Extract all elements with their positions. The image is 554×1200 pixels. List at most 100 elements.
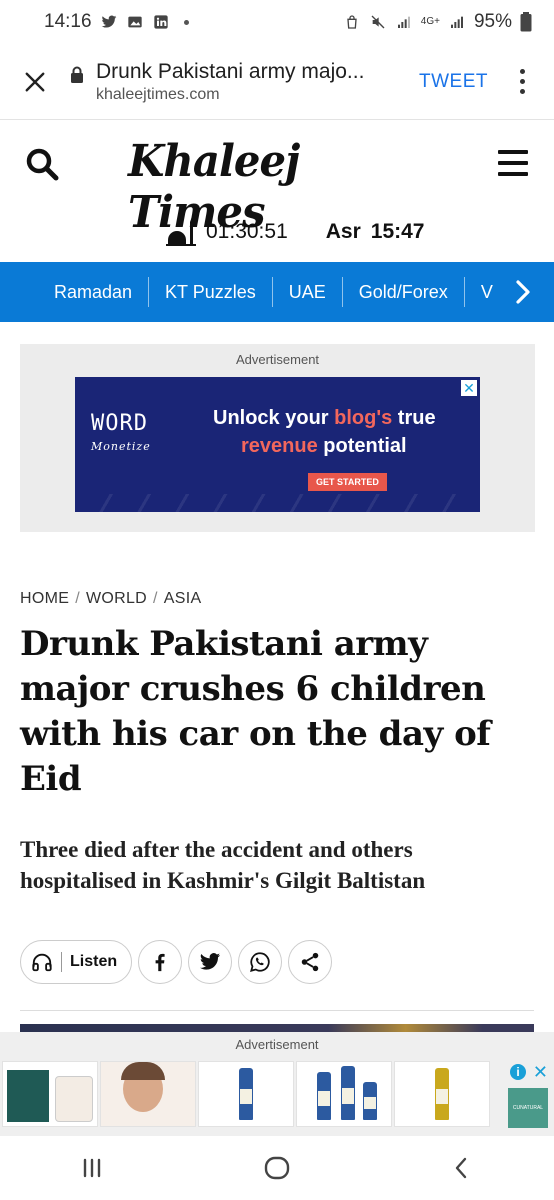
site-logo[interactable]: Khaleej Times bbox=[128, 136, 413, 238]
ad-brand-sub: Monetize bbox=[91, 440, 151, 453]
share-icon bbox=[301, 952, 319, 972]
facebook-icon bbox=[155, 953, 165, 972]
product-box bbox=[7, 1070, 49, 1122]
breadcrumb-separator: / bbox=[75, 590, 80, 607]
prayer-time: 15:47 bbox=[370, 220, 425, 243]
ad-brand: WORD bbox=[91, 411, 148, 436]
twitter-icon bbox=[200, 953, 221, 970]
page-title: Drunk Pakistani army majo... bbox=[96, 59, 365, 83]
nav-item-partial[interactable]: V bbox=[465, 277, 509, 307]
ad-label: Advertisement bbox=[235, 352, 320, 367]
search-icon[interactable] bbox=[24, 146, 60, 182]
lock-icon bbox=[71, 66, 83, 83]
prayer-name: Asr bbox=[325, 220, 361, 243]
ad-container: Advertisement WORD Monetize Unlock your … bbox=[20, 344, 535, 532]
menu-bar bbox=[498, 172, 528, 176]
breadcrumb-home[interactable]: HOME bbox=[20, 590, 69, 607]
network-type: 4G+ bbox=[420, 16, 440, 27]
more-dot bbox=[519, 69, 525, 74]
ad-product-3[interactable] bbox=[198, 1061, 294, 1127]
listen-divider bbox=[61, 952, 62, 972]
nav-item-ramadan[interactable]: Ramadan bbox=[38, 277, 150, 307]
back-icon[interactable] bbox=[448, 1154, 476, 1182]
page-url: khaleejtimes.com bbox=[96, 85, 220, 103]
product-bottle bbox=[341, 1066, 355, 1120]
ad-product-2[interactable] bbox=[100, 1061, 196, 1127]
linkedin-icon bbox=[153, 15, 168, 29]
ad-text: Unlock your bbox=[213, 407, 335, 429]
custom-tab-bar: Drunk Pakistani army majo... khaleejtime… bbox=[0, 44, 554, 120]
facebook-share-button[interactable] bbox=[138, 940, 183, 984]
ad-banner[interactable]: WORD Monetize Unlock your blog's true re… bbox=[75, 377, 480, 512]
article-subheadline: Three died after the accident and others… bbox=[20, 837, 426, 893]
more-menu-button[interactable] bbox=[512, 69, 532, 94]
model-hair bbox=[121, 1062, 165, 1080]
bottle-label bbox=[364, 1097, 376, 1109]
nav-item-kt-puzzles[interactable]: KT Puzzles bbox=[149, 277, 273, 307]
headphones-icon bbox=[32, 953, 52, 972]
ad-headline-line1: Unlock your blog's true bbox=[213, 407, 436, 430]
breadcrumb: HOME / WORLD / ASIA bbox=[20, 590, 201, 608]
bottle-label bbox=[436, 1088, 448, 1105]
ad-text-highlight: blog's bbox=[334, 407, 393, 429]
battery-icon bbox=[520, 12, 532, 32]
notification-dot bbox=[183, 19, 189, 25]
ad-brand-logo: WORD Monetize bbox=[91, 411, 151, 453]
site-header: Khaleej Times 01:30:51 Asr 15:47 bbox=[0, 120, 554, 262]
ad-brand-card[interactable]: CUNATURAL bbox=[508, 1088, 548, 1128]
home-icon[interactable] bbox=[263, 1154, 291, 1182]
product-bottle bbox=[239, 1068, 253, 1120]
prayer-countdown: 01:30:51 bbox=[206, 220, 288, 243]
article-headline: Drunk Pakistani army major crushes 6 chi… bbox=[20, 624, 491, 799]
ad-product-1[interactable] bbox=[2, 1061, 98, 1127]
bottom-ad-container: Advertisement i ✕ CUNATURAL bbox=[0, 1032, 554, 1136]
system-nav-bar bbox=[0, 1136, 554, 1200]
ad-close-button[interactable]: ✕ bbox=[460, 379, 478, 397]
bottle-label bbox=[240, 1088, 252, 1105]
breadcrumb-world[interactable]: WORLD bbox=[86, 590, 147, 607]
share-button[interactable] bbox=[288, 940, 333, 984]
ad-product-5[interactable] bbox=[394, 1061, 490, 1127]
bag-icon bbox=[347, 15, 357, 29]
ad-product-4[interactable] bbox=[296, 1061, 392, 1127]
menu-bar bbox=[498, 161, 528, 165]
twitter-share-button[interactable] bbox=[188, 940, 233, 984]
ad-cta-button[interactable]: GET STARTED bbox=[308, 473, 387, 491]
nav-item-uae[interactable]: UAE bbox=[273, 277, 343, 307]
status-time: 14:16 bbox=[44, 11, 92, 32]
breadcrumb-separator: / bbox=[153, 590, 158, 607]
close-icon bbox=[25, 72, 45, 91]
share-toolbar: Listen bbox=[20, 940, 333, 984]
twitter-icon bbox=[101, 15, 116, 28]
chevron-right-icon[interactable] bbox=[508, 278, 536, 306]
recent-apps-icon[interactable] bbox=[78, 1154, 106, 1182]
listen-button[interactable]: Listen bbox=[20, 940, 133, 984]
ad-text: true bbox=[392, 407, 436, 429]
tweet-button[interactable]: TWEET bbox=[419, 71, 488, 93]
title-area[interactable]: Drunk Pakistani army majo... khaleejtime… bbox=[70, 60, 419, 104]
mute-icon bbox=[371, 15, 385, 29]
whatsapp-share-button[interactable] bbox=[238, 940, 283, 984]
breadcrumb-asia[interactable]: ASIA bbox=[164, 590, 202, 607]
article-image-top bbox=[20, 1024, 534, 1032]
battery-percent: 95% bbox=[473, 11, 512, 32]
product-bottle bbox=[435, 1068, 449, 1120]
ad-stripes bbox=[75, 494, 480, 512]
bottle-label bbox=[342, 1087, 354, 1104]
category-nav: Ramadan KT Puzzles UAE Gold/Forex V bbox=[0, 262, 554, 322]
more-dot bbox=[519, 89, 525, 94]
ad-close-icon[interactable]: ✕ bbox=[533, 1062, 548, 1083]
bottle-label bbox=[318, 1091, 330, 1106]
hamburger-menu-button[interactable] bbox=[498, 150, 528, 176]
product-bottle bbox=[317, 1072, 331, 1120]
whatsapp-icon bbox=[250, 952, 270, 972]
ad-text: potential bbox=[317, 435, 407, 457]
nav-item-gold-forex[interactable]: Gold/Forex bbox=[343, 277, 465, 307]
listen-label: Listen bbox=[70, 953, 118, 970]
menu-bar bbox=[498, 150, 528, 154]
signal-icon bbox=[397, 16, 410, 28]
close-tab-button[interactable] bbox=[0, 71, 70, 93]
ad-headline-line2: revenue potential bbox=[241, 435, 407, 458]
product-jar bbox=[55, 1076, 93, 1122]
ad-info-icon[interactable]: i bbox=[510, 1064, 526, 1080]
